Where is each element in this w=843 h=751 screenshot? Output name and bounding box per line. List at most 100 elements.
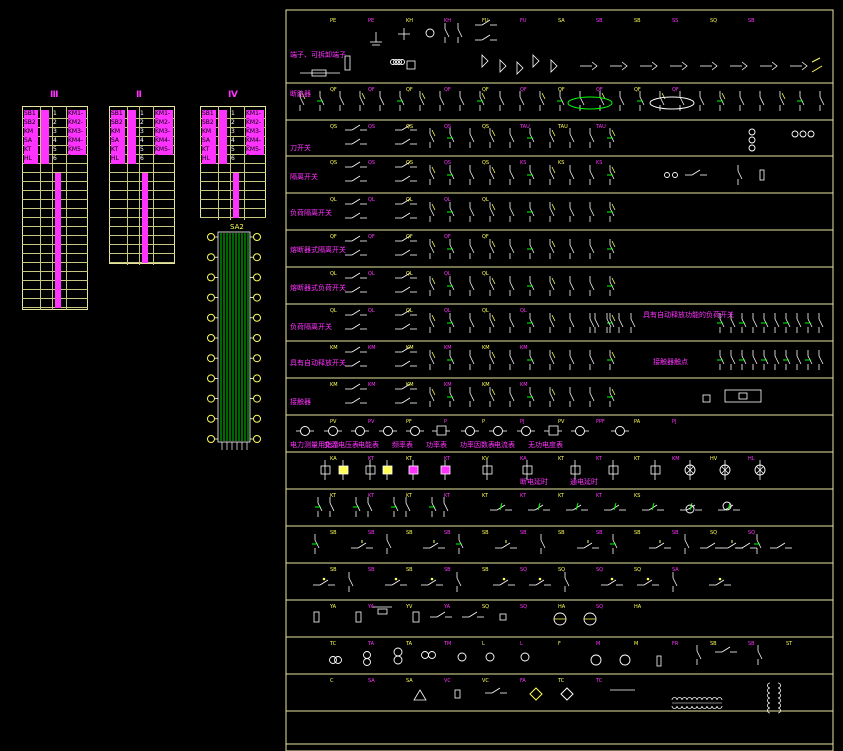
symbol-part (759, 96, 765, 106)
transformer-coil (777, 682, 781, 689)
symbol-part (499, 502, 503, 511)
symbol-tag: HL (748, 456, 755, 462)
meter-label: 交流电压表 (324, 441, 359, 449)
symbol-part (589, 133, 595, 143)
symbol-part (429, 133, 435, 143)
symbol-part (818, 355, 824, 365)
symbol-tag: KT (482, 493, 489, 499)
symbol-part (431, 129, 436, 137)
symbol-part (752, 355, 758, 365)
symbol-tag: HA (558, 604, 566, 610)
symbol-tag: SB (482, 530, 489, 536)
symbol-part (401, 397, 411, 404)
symbol-tag: TA (405, 641, 413, 647)
row-label: 熔断器式负荷开关 (290, 284, 346, 292)
terminal-left-icon (207, 394, 215, 403)
symbol-part (491, 351, 496, 359)
symbol-part (491, 203, 496, 211)
symbol-part (468, 611, 478, 618)
meter-icon (807, 130, 815, 138)
meter-icon (493, 426, 503, 436)
symbol-part (535, 579, 545, 586)
symbol-tag: TC (329, 641, 337, 647)
symbol-tag: YA (329, 604, 337, 610)
symbol-part (481, 34, 491, 41)
row-label: 负荷隔离开关 (290, 323, 332, 331)
symbol-tag: QF (482, 234, 489, 240)
symbol-tag: SA (368, 678, 375, 684)
symbol-part (469, 392, 475, 402)
meter-icon (328, 426, 338, 436)
symbol-part (706, 542, 716, 549)
symbol-tag: QF (482, 87, 489, 93)
symbol-part (351, 198, 361, 205)
symbol-part (469, 133, 475, 143)
symbol-part (429, 318, 435, 328)
arrow-icon (651, 61, 658, 71)
arrow-icon (499, 59, 507, 73)
meter-icon (590, 654, 602, 666)
symbol-tag: QL (482, 308, 489, 314)
symbol-part (776, 542, 786, 549)
symbol-tag: QF (444, 234, 451, 240)
symbol-part (549, 318, 555, 328)
symbol-part (684, 539, 690, 549)
symbol-part (351, 212, 361, 219)
symbol-part (509, 318, 515, 328)
symbol-part (386, 539, 392, 549)
symbol-part (509, 170, 515, 180)
symbol-part (491, 314, 496, 322)
symbol-part (551, 166, 556, 174)
terminal-left-icon (207, 273, 215, 282)
symbol-tag: KH (444, 18, 451, 24)
symbol-part (469, 170, 475, 180)
meter-icon (748, 144, 756, 152)
symbol-part (509, 281, 515, 291)
symbol-tag: KT (444, 493, 451, 499)
symbol-tag: QS (368, 160, 375, 166)
symbol-tag: SB (748, 641, 755, 647)
transformer-coil (711, 705, 718, 709)
symbol-part (569, 281, 575, 291)
symbol-tag: VC (444, 678, 451, 684)
symbol-part (491, 240, 496, 248)
symbol-part (757, 650, 763, 660)
symbol-tag: QL (330, 197, 337, 203)
transformer-coil (777, 697, 781, 704)
symbol-tag: YV (405, 604, 413, 610)
transformer-coil (711, 697, 718, 701)
meter-icon (334, 656, 342, 664)
symbol-part (551, 351, 556, 359)
symbol-tag: KM (482, 382, 490, 388)
meter-icon (300, 426, 310, 436)
symbol-tag: SB (596, 18, 603, 24)
terminal-left-icon (207, 334, 215, 342)
symbol-tag: KM (482, 345, 490, 351)
symbol-part (611, 129, 616, 137)
symbol-part (721, 92, 726, 100)
coil-icon (570, 465, 581, 475)
terminal-left-icon (207, 293, 215, 302)
symbol-part (351, 272, 361, 279)
symbol-part (401, 286, 411, 293)
dot-icon (430, 577, 434, 581)
symbol-tag: TA (367, 641, 375, 647)
row-label: 接触器 (290, 398, 311, 406)
symbol-part (730, 318, 736, 328)
symbol-part (351, 161, 361, 168)
symbol-part (489, 133, 495, 143)
symbol-tag: KM (406, 382, 414, 388)
symbol-part (429, 392, 435, 402)
symbol-tag: SB (406, 530, 413, 536)
symbol-tag: TAU (595, 124, 606, 130)
arrow-icon (591, 61, 598, 71)
symbol-tag: QF (634, 87, 641, 93)
arrow-icon (771, 61, 778, 71)
symbol-tag: QS (330, 160, 337, 166)
symbol-tag: TAU (557, 124, 568, 130)
symbol-part (481, 92, 486, 100)
symbol-part (431, 166, 436, 174)
symbol-part (489, 207, 495, 217)
symbol-tag: KM (444, 382, 452, 388)
terminal-right-icon (253, 334, 261, 342)
